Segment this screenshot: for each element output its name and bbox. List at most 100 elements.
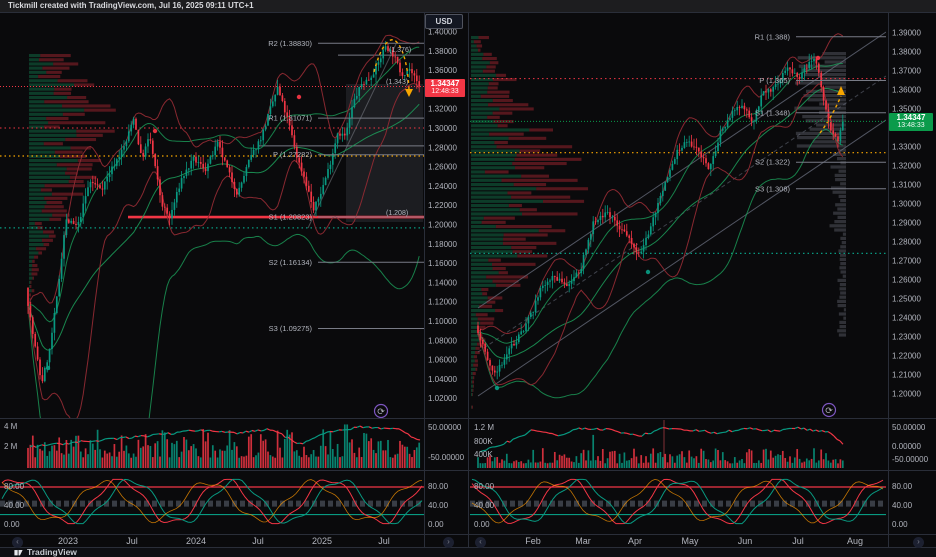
footer-bar: TradingView (0, 548, 936, 557)
scroll-left-button[interactable]: ‹ (475, 537, 486, 548)
price-tick: 1.28000 (428, 143, 457, 152)
osc-right-tick: 0.00 (892, 520, 908, 529)
price-tick: 1.04000 (428, 375, 457, 384)
pivot-label: R1 (1.31071) (268, 114, 312, 123)
price-tick: 1.08000 (428, 336, 457, 345)
oscillator-pane[interactable]: 80.0080.0040.0040.000.000.00 (0, 471, 449, 534)
price-tick: 1.12000 (428, 298, 457, 307)
volume-tick: 4 M (4, 422, 18, 431)
price-tick: 1.26000 (428, 163, 457, 172)
tradingview-app: Tickmill created with TradingView.com, J… (0, 0, 936, 557)
price-tick: 1.20000 (428, 221, 457, 230)
last-price-label-left: 1.34347 12:48:33 (425, 79, 465, 97)
time-tick: Jul (126, 536, 138, 546)
price-pane[interactable] (470, 12, 886, 418)
time-tick: 2024 (186, 536, 206, 546)
charts-canvas[interactable]: R2 (1.38830) R1 (1.31071) P (1.27282) S1 (1… (0, 0, 936, 557)
scroll-right-button[interactable]: › (913, 537, 924, 548)
scroll-right-button[interactable]: › (443, 537, 454, 548)
osc-tick: 80.00 (474, 482, 495, 491)
volume-right-tick: 0.00000 (892, 442, 921, 451)
pivot-label: S1 (1.20823) (269, 213, 313, 222)
time-tick: Feb (525, 536, 541, 546)
osc-right-tick: 0.00 (428, 520, 444, 529)
price-tick: 1.39000 (892, 29, 921, 38)
price-tick: 1.16000 (428, 259, 457, 268)
price-tick: 1.26000 (892, 276, 921, 285)
volume-tick: 400K (474, 450, 493, 459)
pivot-label: R2 (1.38830) (268, 39, 312, 48)
volume-tick: 1.2 M (474, 423, 494, 432)
osc-right-tick: 40.00 (892, 501, 913, 510)
price-tick: 1.22000 (892, 352, 921, 361)
price-tick: 1.38000 (892, 48, 921, 57)
time-tick: Jun (738, 536, 753, 546)
volume-pane[interactable]: 1.2 M 800K 400K 50.00000 0.00000 -50.00000 (470, 419, 929, 470)
osc-tick: 40.00 (474, 501, 495, 510)
last-price-value: 1.34347 (889, 114, 933, 122)
time-tick: 2023 (58, 536, 78, 546)
tradingview-brand-text[interactable]: TradingView (27, 548, 77, 557)
last-price-label-right: 1.34347 13:48:33 (889, 113, 933, 131)
line-price-label: (1.208) (386, 210, 408, 217)
signal-dot (46, 366, 50, 370)
time-tick: May (681, 536, 699, 546)
svg-text:⟳: ⟳ (377, 407, 385, 417)
price-tick: 1.30000 (428, 124, 457, 133)
price-tick: 1.24000 (428, 182, 457, 191)
line-price-label: (1.343) (386, 79, 408, 86)
volume-pane[interactable]: 4 M2 M50.00000-50.00000 (0, 419, 465, 470)
price-tick: 1.33000 (892, 143, 921, 152)
price-tick: 1.37000 (892, 67, 921, 76)
chart-gbpusd-daily: R1 (1.388)P (1.365)S1 (1.348)S2 (1.322)S… (470, 12, 936, 548)
price-tick: 1.10000 (428, 317, 457, 326)
time-tick: 2025 (312, 536, 332, 546)
price-tick: 1.29000 (892, 219, 921, 228)
time-tick: Jul (792, 536, 804, 546)
volume-tick: 800K (474, 437, 493, 446)
price-tick: 1.22000 (428, 201, 457, 210)
price-tick: 1.21000 (892, 371, 921, 380)
pivot-label: S2 (1.322) (755, 158, 791, 167)
price-pane[interactable] (0, 12, 424, 418)
price-tick: 1.14000 (428, 278, 457, 287)
volume-right-tick: -50.00000 (892, 455, 929, 464)
tradingview-logo-icon[interactable] (14, 548, 23, 557)
price-tick: 1.23000 (892, 333, 921, 342)
oscillator-pane[interactable]: 80.00 80.00 40.00 40.00 0.00 0.00 (470, 471, 913, 534)
chart-gbpusd-weekly: R2 (1.38830) R1 (1.31071) P (1.27282) S1 (1… (0, 12, 468, 548)
time-tick: Apr (628, 536, 642, 546)
signal-dot (153, 129, 157, 133)
bar-countdown: 13:48:33 (889, 122, 933, 130)
time-axis[interactable]: FebMarAprMayJunJulAug (470, 535, 886, 548)
price-tick: 1.32000 (892, 162, 921, 171)
scroll-left-button[interactable]: ‹ (12, 537, 23, 548)
signal-dot (646, 270, 650, 274)
header-bar: Tickmill created with TradingView.com, J… (0, 0, 936, 13)
line-price-label: (1.376) (389, 47, 411, 54)
osc-tick: 40.00 (4, 501, 25, 510)
price-tick: 1.35000 (892, 105, 921, 114)
time-tick: Jul (378, 536, 390, 546)
price-tick: 1.02000 (428, 394, 457, 403)
osc-tick: 0.00 (474, 520, 490, 529)
osc-right-tick: 80.00 (892, 482, 913, 491)
price-tick: 1.20000 (892, 390, 921, 399)
price-tick: 1.18000 (428, 240, 457, 249)
price-tick: 1.25000 (892, 295, 921, 304)
pivot-label: P (1.27282) (273, 150, 313, 159)
pivot-label: S3 (1.09275) (269, 324, 313, 333)
time-tick: Aug (847, 536, 863, 546)
currency-unit-button[interactable]: USD (425, 14, 463, 29)
price-tick: 1.30000 (892, 200, 921, 209)
price-tick: 1.36000 (892, 86, 921, 95)
osc-right-tick: 80.00 (428, 482, 449, 491)
price-tick: 1.36000 (428, 66, 457, 75)
volume-right-tick: 50.00000 (892, 423, 926, 432)
time-tick: Jul (252, 536, 264, 546)
signal-dot (297, 95, 301, 99)
price-tick: 1.32000 (428, 105, 457, 114)
price-tick: 1.27000 (892, 257, 921, 266)
price-axis[interactable]: 1.390001.380001.370001.360001.350001.340… (888, 12, 936, 548)
price-tick: 1.28000 (892, 238, 921, 247)
